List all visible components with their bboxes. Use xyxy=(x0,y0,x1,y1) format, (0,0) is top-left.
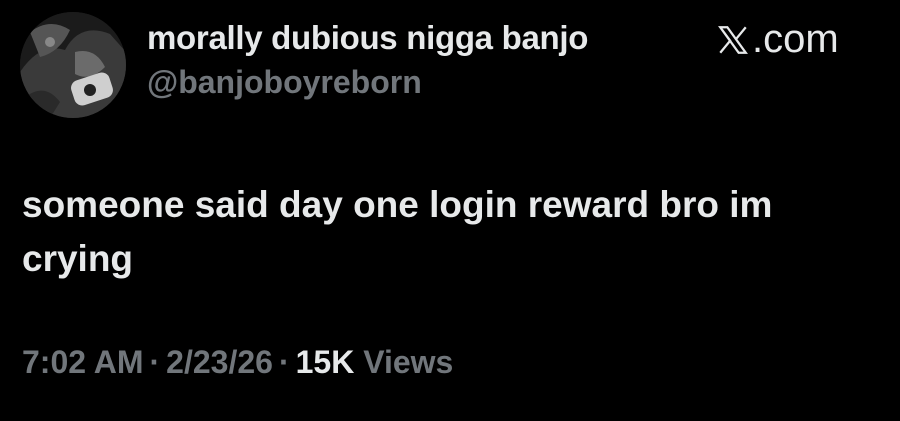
avatar-image xyxy=(20,12,126,118)
x-logo-icon xyxy=(716,23,750,57)
display-name[interactable]: morally dubious nigga banjo xyxy=(147,19,588,57)
post-metadata: 7:02 AM · 2/23/26 · 15K Views xyxy=(22,344,453,381)
brand-watermark: .com xyxy=(716,17,839,62)
post-date[interactable]: 2/23/26 xyxy=(166,344,273,380)
user-handle[interactable]: @banjoboyreborn xyxy=(147,64,422,101)
separator: · xyxy=(278,344,290,380)
views-count[interactable]: 15K xyxy=(296,344,355,380)
avatar[interactable] xyxy=(20,12,126,118)
post-time[interactable]: 7:02 AM xyxy=(22,344,144,380)
views-label: Views xyxy=(363,344,454,380)
post-text: someone said day one login reward bro im… xyxy=(22,184,773,279)
tweet-card: morally dubious nigga banjo @banjoboyreb… xyxy=(0,0,900,421)
separator: · xyxy=(149,344,161,380)
brand-domain-label: .com xyxy=(752,17,839,61)
